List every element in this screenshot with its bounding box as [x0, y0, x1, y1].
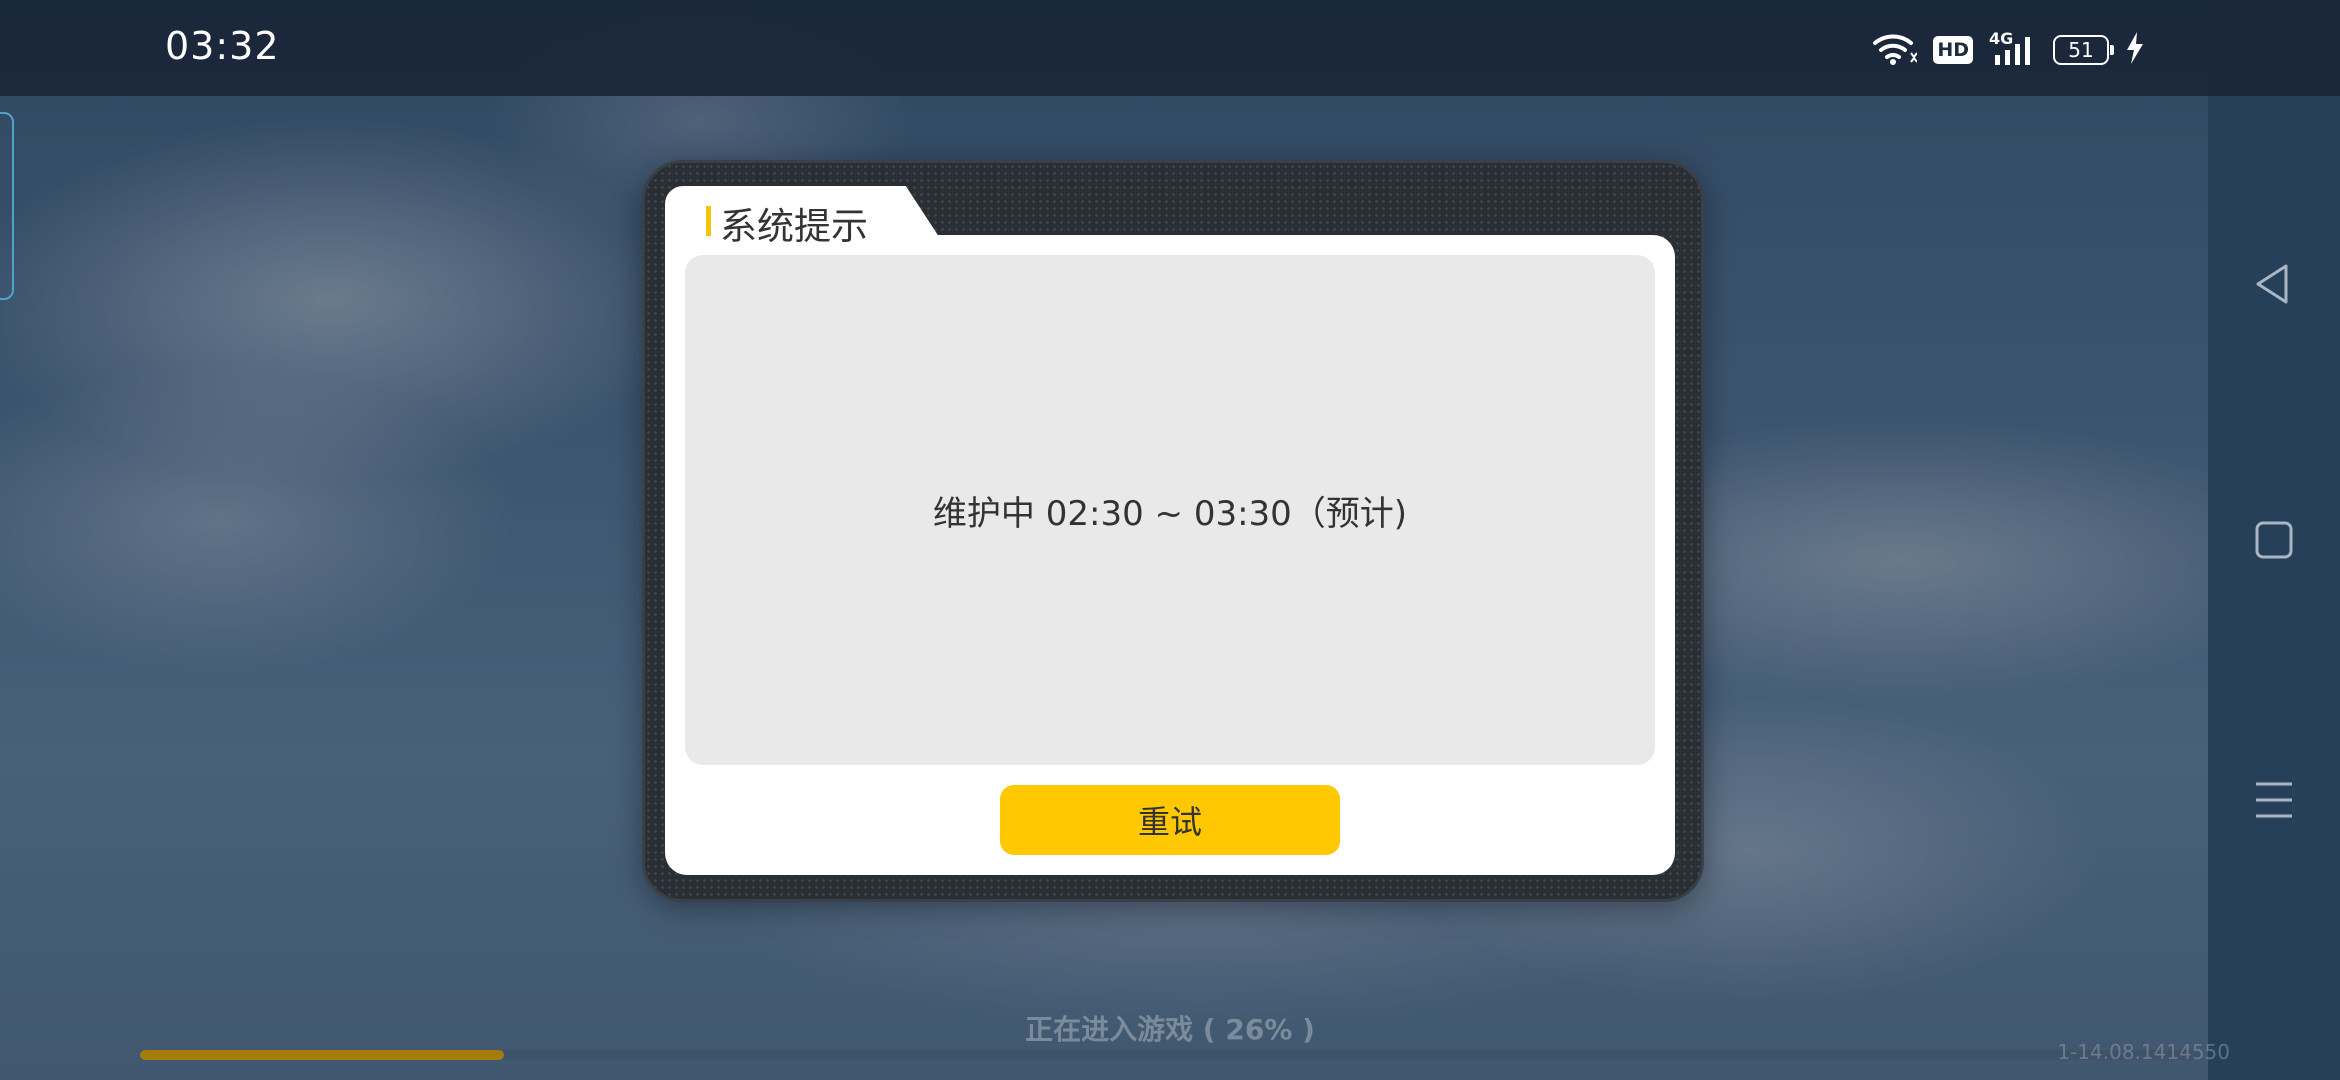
back-icon[interactable]: [2246, 256, 2302, 312]
version-text: 1-14.08.1414550: [2057, 1040, 2230, 1064]
signal-4g-icon: 4G: [1989, 29, 2037, 67]
status-icons: HD 4G 51: [1873, 29, 2145, 70]
battery-icon: 51: [2053, 35, 2114, 65]
hd-icon: HD: [1933, 36, 1973, 64]
dialog-title: 系统提示: [720, 205, 868, 248]
retry-button[interactable]: 重试: [1000, 785, 1340, 855]
wifi-icon: [1873, 31, 1919, 69]
maintenance-message: 维护中 02:30 ~ 03:30（预计): [932, 493, 1408, 534]
loading-progress-bar: [140, 1050, 2200, 1060]
home-icon[interactable]: [2246, 512, 2302, 568]
status-bar: 03:32 HD 4G 51: [0, 0, 2340, 96]
loading-status-text: 正在进入游戏 ( 26% ): [1025, 1013, 1315, 1046]
charging-icon: [2125, 32, 2145, 68]
menu-icon[interactable]: [2246, 772, 2302, 828]
message-box: 维护中 02:30 ~ 03:30（预计): [685, 255, 1655, 765]
loading-progress-fill: [140, 1050, 505, 1060]
status-time: 03:32: [165, 24, 280, 68]
title-accent-bar: [706, 206, 711, 236]
edge-panel-handle[interactable]: [0, 112, 14, 300]
navigation-bar: [2208, 96, 2340, 1080]
